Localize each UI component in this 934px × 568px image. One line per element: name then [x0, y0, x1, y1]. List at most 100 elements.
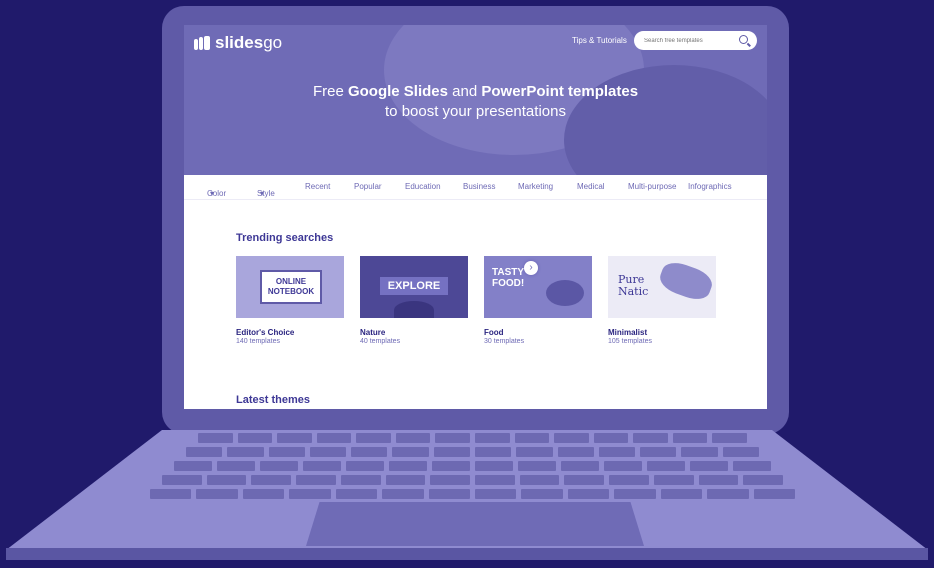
tips-tutorials-link[interactable]: Tips & Tutorials	[572, 36, 627, 45]
chevron-down-icon: ▾	[260, 189, 265, 198]
nav-item-multi-purpose[interactable]: Multi-purpose	[628, 182, 676, 191]
trending-searches-title: Trending searches	[236, 232, 334, 244]
hero-banner: slidesgo Tips & Tutorials Free Google Sl…	[184, 25, 767, 175]
logo-text: slides	[215, 33, 264, 52]
keyboard-key	[614, 489, 656, 499]
keyboard-key	[303, 461, 341, 471]
keyboard-key	[593, 433, 629, 443]
keyboard-key	[518, 461, 556, 471]
browser-screen: slidesgo Tips & Tutorials Free Google Sl…	[184, 25, 767, 409]
trackpad	[306, 502, 644, 546]
logo-icon	[194, 36, 210, 50]
keyboard-key	[557, 447, 594, 457]
keyboard-key	[633, 433, 668, 443]
hero-text: and	[447, 83, 482, 100]
nav-item-medical[interactable]: Medical	[577, 182, 605, 191]
card-thumbnail: Pure Natic	[608, 256, 716, 318]
hero-bold-google-slides: Google Slides	[347, 83, 448, 100]
card-thumbnail: TASTY FOOD!	[484, 256, 592, 318]
keyboard-key	[514, 433, 550, 443]
keyboard-key	[647, 461, 685, 471]
keyboard-key	[598, 447, 636, 457]
category-nav: Color ▾ Style ▾ Recent Popular Education B…	[184, 175, 767, 200]
keyboard-key	[289, 489, 331, 499]
card-name: Minimalist	[608, 328, 648, 337]
hero-bold-powerpoint: PowerPoint templates	[481, 83, 639, 100]
search-icon[interactable]	[739, 35, 748, 44]
nav-item-marketing[interactable]: Marketing	[518, 182, 553, 191]
keyboard-key	[251, 475, 292, 485]
keyboard-key	[316, 433, 352, 443]
card-name: Nature	[360, 328, 386, 337]
card-name: Food	[484, 328, 504, 337]
keyboard-key	[150, 489, 192, 499]
nav-item-education[interactable]: Education	[405, 182, 441, 191]
keyboard-key	[653, 475, 694, 485]
keyboard-key	[309, 447, 347, 457]
keyboard-key	[733, 461, 771, 471]
keyboard-key	[712, 433, 747, 443]
keyboard-key	[227, 447, 264, 457]
keyboard-key	[351, 447, 388, 457]
keyboard-key	[198, 433, 233, 443]
keyboard-key	[277, 433, 312, 443]
thumb-title: Pure Natic	[618, 273, 649, 298]
keyboard-key	[743, 475, 783, 485]
chevron-down-icon: ▾	[210, 189, 215, 198]
keyboard-key	[433, 447, 470, 457]
keyboard-key	[242, 489, 285, 499]
logo-suffix: go	[263, 33, 283, 52]
keyboard-key	[521, 489, 563, 499]
latest-themes-title: Latest themes	[236, 394, 310, 406]
card-thumbnail: EXPLORE	[360, 256, 468, 318]
flower-illustration	[656, 258, 716, 304]
card-count: 40 templates	[360, 338, 401, 345]
keyboard-key	[174, 461, 212, 471]
keyboard-key	[356, 433, 391, 443]
hero-text: Free	[312, 83, 348, 100]
nav-item-popular[interactable]: Popular	[354, 182, 382, 191]
keyboard-key	[519, 475, 560, 485]
keyboard-key	[237, 433, 273, 443]
card-name: Editor's Choice	[236, 328, 295, 337]
carousel-next-button[interactable]: ›	[524, 261, 538, 275]
keyboard-key	[516, 447, 553, 457]
keyboard-key	[640, 447, 677, 457]
keyboard-key	[604, 461, 642, 471]
keyboard-key	[722, 447, 759, 457]
hero-line-1: Free Google Slides and PowerPoint templa…	[184, 82, 767, 102]
keyboard-key	[260, 461, 298, 471]
keyboard-key	[432, 461, 470, 471]
keyboard-key	[561, 461, 599, 471]
hero-line-2: to boost your presentations	[385, 103, 566, 120]
keyboard-key	[382, 489, 424, 499]
nav-item-infographics[interactable]: Infographics	[688, 182, 732, 191]
keyboard-key	[389, 461, 427, 471]
keyboard-key	[162, 475, 202, 485]
keyboard-key	[346, 461, 384, 471]
keyboard-key	[475, 461, 513, 471]
keyboard-key	[698, 475, 739, 485]
keyboard-key	[196, 489, 238, 499]
keyboard-key	[707, 489, 749, 499]
nav-item-recent[interactable]: Recent	[305, 182, 330, 191]
search-box[interactable]	[634, 31, 757, 50]
search-input[interactable]	[644, 37, 740, 44]
keyboard-key	[475, 447, 512, 457]
keyboard-key	[206, 475, 247, 485]
nav-item-business[interactable]: Business	[463, 182, 495, 191]
keyboard-key	[395, 433, 431, 443]
food-dish-illustration	[546, 280, 584, 306]
hero-headline: Free Google Slides and PowerPoint templa…	[184, 82, 767, 122]
keyboard-key	[681, 447, 718, 457]
keyboard-key	[554, 433, 589, 443]
thumb-title: ONLINE NOTEBOOK	[260, 270, 322, 304]
keyboard-key	[335, 489, 378, 499]
keyboard-key	[340, 475, 381, 485]
card-count: 30 templates	[484, 338, 525, 345]
keyboard-key	[567, 489, 610, 499]
keyboard-key	[392, 447, 429, 457]
slidesgo-logo[interactable]: slides go	[194, 33, 282, 53]
keyboard-key	[186, 447, 223, 457]
card-count: 140 templates	[236, 338, 280, 345]
